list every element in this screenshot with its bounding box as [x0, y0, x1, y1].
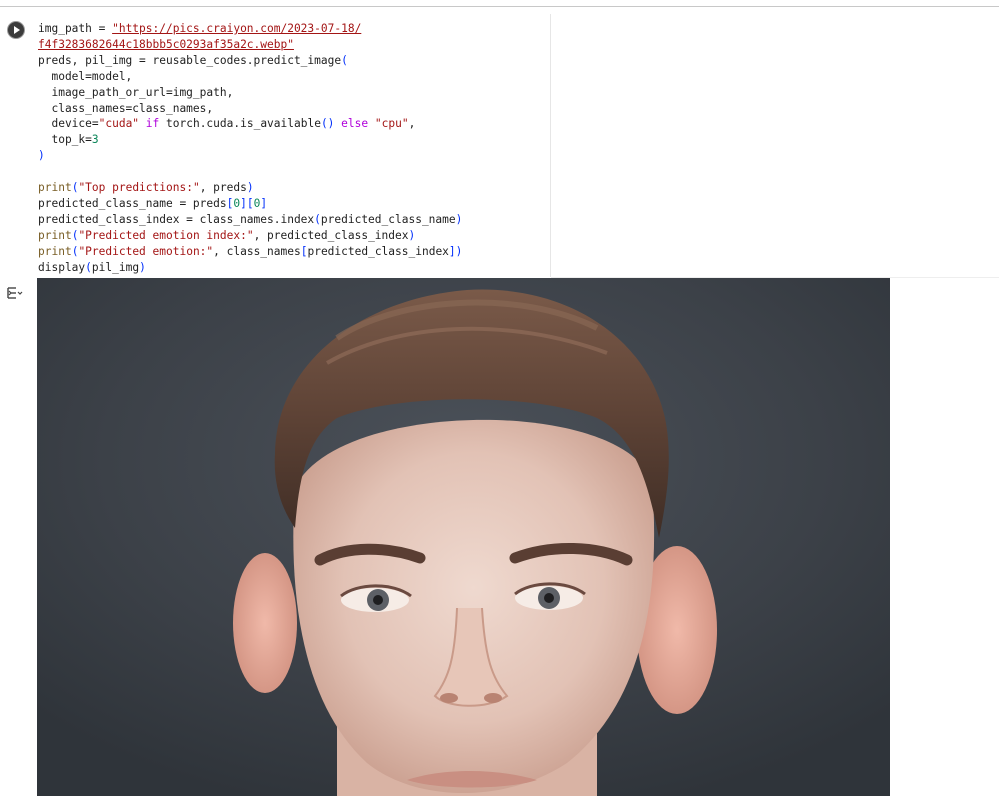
- code-line-15: print("Predicted emotion:", class_names[…: [38, 244, 463, 258]
- code-line-2: f4f3283682644c18bbb5c0293af35a2c.webp": [38, 37, 294, 51]
- code-line-14: print("Predicted emotion index:", predic…: [38, 228, 416, 242]
- code-line-7: device="cuda" if torch.cuda.is_available…: [38, 117, 416, 131]
- output-toggle-icon[interactable]: [6, 285, 24, 299]
- code-line-9: ): [38, 149, 45, 163]
- code-cell[interactable]: img_path = "https://pics.craiyon.com/202…: [0, 7, 999, 278]
- code-line-5: image_path_or_url=img_path,: [38, 85, 234, 99]
- run-cell-button[interactable]: [7, 21, 25, 39]
- code-line-16: display(pil_img): [38, 260, 146, 274]
- code-line-12: predicted_class_name = preds[0][0]: [38, 196, 268, 210]
- code-line-6: class_names=class_names,: [38, 101, 214, 115]
- output-portrait-image: [37, 278, 890, 796]
- code-line-3: preds, pil_img = reusable_codes.predict_…: [38, 53, 348, 67]
- code-line-1: img_path = "https://pics.craiyon.com/202…: [38, 22, 362, 35]
- code-text[interactable]: img_path = "https://pics.craiyon.com/202…: [38, 21, 462, 276]
- cell-right-pane: [551, 14, 999, 278]
- code-editor[interactable]: img_path = "https://pics.craiyon.com/202…: [32, 14, 551, 277]
- code-line-11: print("Top predictions:", preds): [38, 181, 254, 195]
- code-line-8: top_k=3: [38, 133, 99, 147]
- code-line-4: model=model,: [38, 69, 133, 83]
- code-line-13: predicted_class_index = class_names.inde…: [38, 212, 463, 226]
